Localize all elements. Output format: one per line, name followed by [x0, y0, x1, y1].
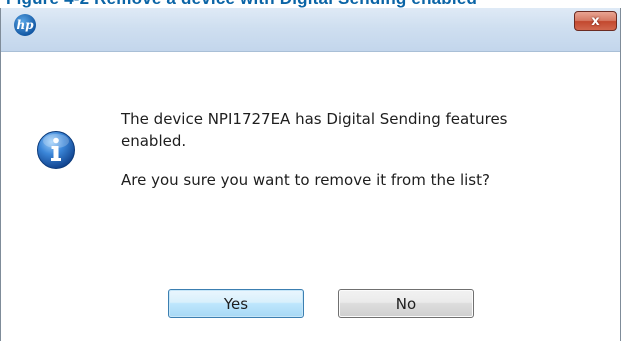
close-button[interactable]: x: [574, 11, 617, 31]
document-heading-crop: Figure 4-2 Remove a device with Digital …: [0, 0, 621, 8]
close-icon: x: [591, 13, 600, 29]
dialog-button-row: Yes No: [1, 289, 620, 319]
hp-logo-icon: hp: [14, 14, 36, 36]
info-icon: [37, 131, 75, 169]
document-heading: Figure 4-2 Remove a device with Digital …: [6, 0, 477, 8]
screenshot: Figure 4-2 Remove a device with Digital …: [0, 0, 621, 341]
message-line-1: The device NPI1727EA has Digital Sending…: [121, 110, 508, 128]
dialog-content: The device NPI1727EA has Digital Sending…: [1, 52, 620, 341]
dialog-message: The device NPI1727EA has Digital Sending…: [121, 108, 611, 191]
message-line-2: enabled.: [121, 132, 187, 150]
confirm-remove-dialog: hp x The device NPI1727EA has Digital Se…: [0, 8, 621, 341]
confirmation-question: Are you sure you want to remove it from …: [121, 171, 490, 189]
dialog-titlebar[interactable]: hp x: [1, 8, 620, 52]
no-button[interactable]: No: [338, 289, 474, 318]
yes-button[interactable]: Yes: [168, 289, 304, 318]
svg-text:hp: hp: [16, 18, 34, 32]
